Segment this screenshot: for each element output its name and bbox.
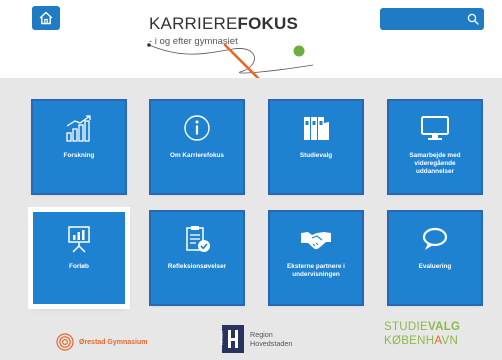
tile-label: Evaluering: [418, 263, 452, 270]
tile-studievalg[interactable]: Studievalg: [270, 101, 362, 193]
tile-label: Om Karrierefokus: [170, 152, 224, 159]
orestad-gymnasium-logo[interactable]: Ørestad Gymnasium: [55, 330, 147, 354]
home-icon: [39, 11, 53, 25]
tile-evaluering[interactable]: Evaluering: [389, 212, 481, 304]
tile-label: Refleksionsøvelser: [167, 263, 227, 270]
bar-chart-growth-icon: [66, 115, 91, 142]
tile-samarbejde[interactable]: Samarbejde med videregående uddannelser: [389, 101, 481, 193]
tile-label: Samarbejde med videregående uddannelser: [409, 152, 461, 176]
search-icon: [467, 13, 479, 25]
search-button[interactable]: [462, 8, 484, 30]
tile-forskning[interactable]: Forskning: [33, 101, 125, 193]
tile-forloeb[interactable]: Forløb: [33, 212, 125, 304]
header: KARRIEREFOKUS - i og efter gymnasiet: [0, 0, 502, 81]
page: KARRIEREFOKUS - i og efter gymnasiet For…: [0, 0, 502, 360]
region-vertical-text: REGION: [219, 331, 224, 345]
info-icon: [184, 115, 210, 141]
monitor-icon: [421, 116, 449, 140]
region-emblem: REGION: [219, 325, 244, 353]
tile-refleksionsovelser[interactable]: Refleksionsøvelser: [151, 212, 243, 304]
tile-label: Eksterne partnere i undervisningen: [287, 263, 345, 279]
tile-label: Forskning: [63, 152, 95, 159]
kobenhavn-text: KØBENHAVN: [384, 335, 459, 347]
studievalg-text: STUDIEVALG: [384, 321, 461, 333]
orestad-swirl-icon: [56, 333, 74, 351]
binders-icon: [304, 117, 329, 140]
karrierefokus-logo[interactable]: KARRIEREFOKUS - i og efter gymnasiet: [143, 9, 323, 81]
presentation-icon: [68, 226, 90, 253]
region-text-line2: Hovedstaden: [250, 339, 293, 348]
main-content: Forskning Om Karrierefokus Studievalg Sa…: [0, 78, 502, 360]
tile-om-karrierefokus[interactable]: Om Karrierefokus: [151, 101, 243, 193]
tile-label: Forløb: [69, 263, 89, 270]
checklist-icon: [186, 226, 210, 252]
studievalg-kobenhavn-logo[interactable]: STUDIEVALG KØBENHAVN: [384, 320, 460, 356]
region-text-line1: Region: [250, 330, 273, 339]
tile-label: Studievalg: [299, 152, 333, 159]
logo-title: KARRIEREFOKUS: [149, 14, 299, 33]
logo-subtitle: - i og efter gymnasiet: [149, 36, 238, 47]
handshake-icon: [301, 232, 331, 250]
home-button[interactable]: [32, 6, 60, 30]
region-hovedstaden-logo[interactable]: REGION Region Hovedstaden: [219, 321, 293, 357]
speech-bubble-icon: [422, 227, 448, 250]
orestad-text: Ørestad Gymnasium: [79, 338, 148, 346]
tile-eksterne-partnere[interactable]: Eksterne partnere i undervisningen: [270, 212, 362, 304]
